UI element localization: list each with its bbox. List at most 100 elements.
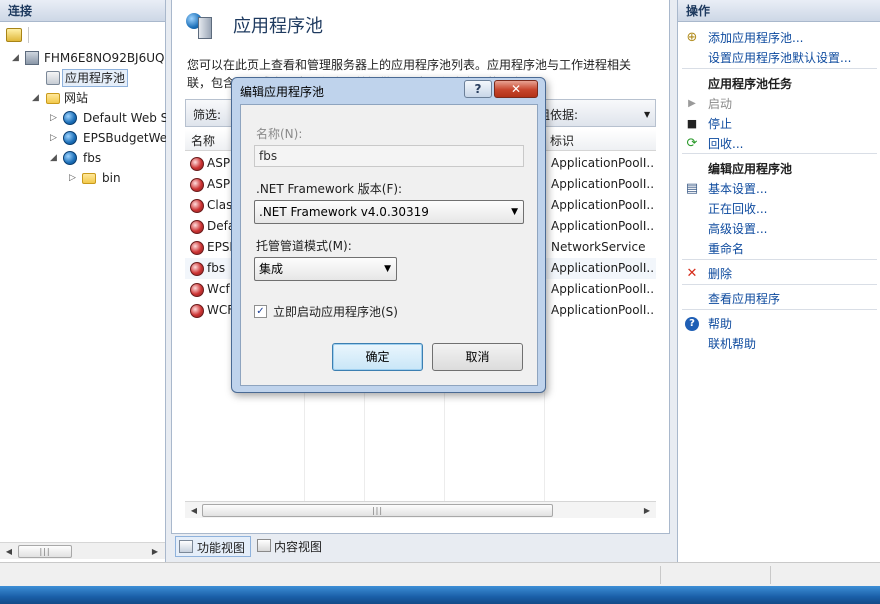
connections-header: 连接	[0, 0, 165, 22]
expand-icon[interactable]: ▷	[50, 108, 60, 128]
cell-identity: ApplicationPoolI...	[551, 282, 655, 296]
globe-icon	[63, 151, 77, 165]
tree-item-label: EPSBudgetWe	[83, 131, 166, 145]
expand-icon[interactable]: ▷	[69, 168, 79, 188]
app-pool-icon	[190, 241, 204, 255]
cell-identity: ApplicationPoolI...	[551, 198, 655, 212]
recycle-icon: ⟳	[686, 136, 698, 151]
cell-identity: ApplicationPoolI...	[551, 177, 655, 191]
action-link[interactable]: 查看应用程序	[708, 289, 780, 309]
chevron-down-icon: ▼	[511, 207, 518, 217]
tree-item-label: 网站	[64, 91, 89, 105]
actions-section-heading: 编辑应用程序池	[708, 162, 793, 176]
add-connection-icon[interactable]	[6, 28, 22, 42]
action-link[interactable]: 联机帮助	[708, 334, 756, 354]
tree-item-epsbudget[interactable]: ▷ EPSBudgetWe	[0, 128, 166, 148]
globe-icon	[63, 131, 77, 145]
framework-label: .NET Framework 版本(F):	[256, 182, 403, 196]
edit-app-pool-dialog: 编辑应用程序池 ? ✕ 名称(N): fbs .NET Framework 版本…	[231, 77, 546, 393]
tree-item-sites[interactable]: ◢ 网站	[0, 88, 166, 108]
name-field: fbs	[254, 145, 524, 167]
tree-item-app-pools[interactable]: 应用程序池	[0, 68, 166, 88]
pipeline-selected-value: 集成	[259, 262, 284, 276]
expand-icon[interactable]: ▷	[50, 128, 60, 148]
folder-icon	[82, 173, 96, 184]
column-identity[interactable]: 标识	[550, 132, 574, 149]
dialog-body: 名称(N): fbs .NET Framework 版本(F): .NET Fr…	[240, 104, 538, 386]
tree-item-bin[interactable]: ▷ bin	[0, 168, 166, 188]
actions-section-heading: 应用程序池任务	[708, 77, 793, 91]
app-pools-large-icon	[186, 11, 216, 41]
action-link[interactable]: 重命名	[708, 239, 744, 259]
column-name[interactable]: 名称	[191, 132, 215, 149]
collapse-icon[interactable]: ◢	[32, 88, 42, 108]
scroll-thumb[interactable]: |||	[202, 504, 553, 517]
sites-icon	[46, 93, 60, 104]
status-divider	[660, 566, 661, 584]
scroll-right-icon[interactable]: ▶	[148, 545, 162, 558]
tree-item-label: fbs	[83, 151, 102, 165]
tree-item-server[interactable]: ◢ FHM6E8NO92BJ6UQ	[0, 48, 166, 68]
actions-separator	[682, 284, 877, 285]
stop-icon: ■	[686, 117, 698, 130]
ok-button[interactable]: 确定	[332, 343, 423, 371]
collapse-icon[interactable]: ◢	[50, 148, 60, 168]
scroll-left-icon[interactable]: ◀	[2, 545, 16, 558]
help-icon: ?	[685, 317, 699, 331]
taskbar	[0, 586, 880, 604]
center-hscrollbar[interactable]: ◀ ||| ▶	[185, 501, 656, 518]
action-link[interactable]: 回收...	[708, 134, 743, 154]
cancel-button[interactable]: 取消	[432, 343, 523, 371]
scroll-right-icon[interactable]: ▶	[640, 504, 654, 517]
chevron-down-icon: ▼	[384, 264, 391, 274]
page-title: 应用程序池	[233, 16, 323, 37]
content-view-icon	[257, 539, 271, 552]
framework-select[interactable]: .NET Framework v4.0.30319 ▼	[254, 200, 524, 224]
globe-icon	[63, 111, 77, 125]
cell-identity: ApplicationPoolI...	[551, 219, 655, 233]
tab-label: 内容视图	[274, 540, 323, 554]
action-link[interactable]: 删除	[708, 264, 732, 284]
tree-item-label: Default Web S	[83, 111, 166, 125]
tree-item-default-web-site[interactable]: ▷ Default Web S	[0, 108, 166, 128]
chevron-down-icon[interactable]: ▼	[644, 110, 650, 119]
dialog-title: 编辑应用程序池	[240, 85, 325, 99]
framework-selected-value: .NET Framework v4.0.30319	[259, 205, 429, 219]
cell-identity: NetworkService	[551, 240, 646, 254]
connections-panel: 连接 ◢ FHM6E8NO92BJ6UQ 应用程序池 ◢ 网站 ▷ Defaul…	[0, 0, 166, 562]
action-link[interactable]: 设置应用程序池默认设置...	[708, 48, 851, 68]
app-pool-icon	[190, 199, 204, 213]
tab-content-view[interactable]: 内容视图	[255, 536, 331, 557]
close-button[interactable]: ✕	[494, 80, 538, 98]
left-hscrollbar[interactable]: ◀ ||| ▶	[0, 542, 165, 559]
server-icon	[25, 51, 39, 65]
autostart-checkbox[interactable]: ✓	[254, 305, 267, 318]
scroll-left-icon[interactable]: ◀	[187, 504, 201, 517]
app-pool-icon	[190, 283, 204, 297]
features-view-icon	[179, 540, 193, 553]
tree-item-label: bin	[102, 171, 121, 185]
action-link[interactable]: 基本设置...	[708, 179, 767, 199]
pipeline-select[interactable]: 集成 ▼	[254, 257, 397, 281]
name-label: 名称(N):	[256, 127, 303, 141]
collapse-icon[interactable]: ◢	[12, 48, 22, 68]
pipeline-label: 托管管道模式(M):	[256, 239, 352, 253]
action-link[interactable]: 正在回收...	[708, 199, 767, 219]
app-pool-icon	[190, 178, 204, 192]
tree-item-fbs[interactable]: ◢ fbs	[0, 148, 166, 168]
delete-icon: ✕	[686, 266, 698, 281]
app-pool-icon	[190, 262, 204, 276]
action-link[interactable]: 添加应用程序池...	[708, 28, 803, 48]
actions-panel: 操作 ⊕ 添加应用程序池... 设置应用程序池默认设置... 应用程序池任务 ▶ 启动 ■ 停…	[677, 0, 880, 562]
toolbar-divider	[28, 27, 29, 43]
help-button[interactable]: ?	[464, 80, 492, 98]
scroll-thumb[interactable]: |||	[18, 545, 72, 558]
action-link[interactable]: 高级设置...	[708, 219, 767, 239]
app-pool-icon	[190, 220, 204, 234]
action-link[interactable]: 帮助	[708, 314, 732, 334]
action-link[interactable]: 停止	[708, 114, 732, 134]
autostart-label[interactable]: 立即启动应用程序池(S)	[273, 303, 398, 320]
action-link: 启动	[708, 97, 733, 111]
tab-features-view[interactable]: 功能视图	[175, 536, 251, 557]
cell-identity: ApplicationPoolI...	[551, 303, 655, 317]
